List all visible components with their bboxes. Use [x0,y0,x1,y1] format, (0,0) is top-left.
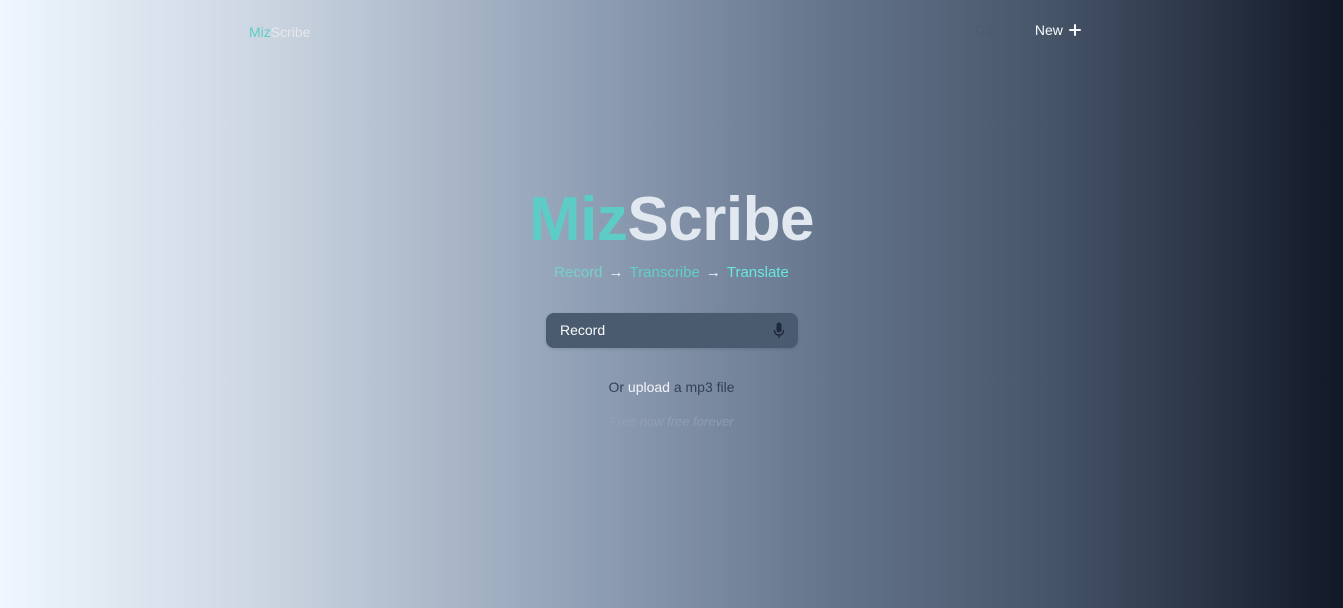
microphone-icon [773,322,785,338]
header-actions: Git New [975,22,1081,38]
tagline-arrow-2: → [705,264,721,281]
header-logo[interactable]: MizScribe [249,24,310,40]
tagline-step-transcribe: Transcribe [629,264,700,281]
header-logo-part1: Miz [249,24,271,40]
tagline-step-translate: Translate [726,264,789,281]
record-button-label: Record [560,322,606,338]
free-forever-note: Free now free forever [609,414,734,429]
header-ghost-link[interactable]: Git [975,22,993,38]
upload-suffix: a mp3 file [669,379,735,395]
top-header: MizScribe Git New [0,0,1343,64]
upload-prefix: Or [608,379,628,395]
tagline-step-record: Record [554,264,603,281]
page-title-part1: Miz [529,185,628,254]
upload-prompt: Or upload a mp3 file [0,378,1343,396]
new-button[interactable]: New [1035,22,1081,38]
tagline: Record → Transcribe → Translate [0,263,1343,283]
record-button[interactable]: Record [546,313,798,348]
new-button-label: New [1034,22,1063,38]
plus-icon [1068,24,1081,36]
tagline-arrow-1: → [608,264,624,281]
page-title: MizScribe [0,180,1343,260]
upload-link[interactable]: upload [628,379,670,395]
page-title-part2: Scribe [627,185,814,254]
header-logo-part2: Scribe [270,24,311,40]
